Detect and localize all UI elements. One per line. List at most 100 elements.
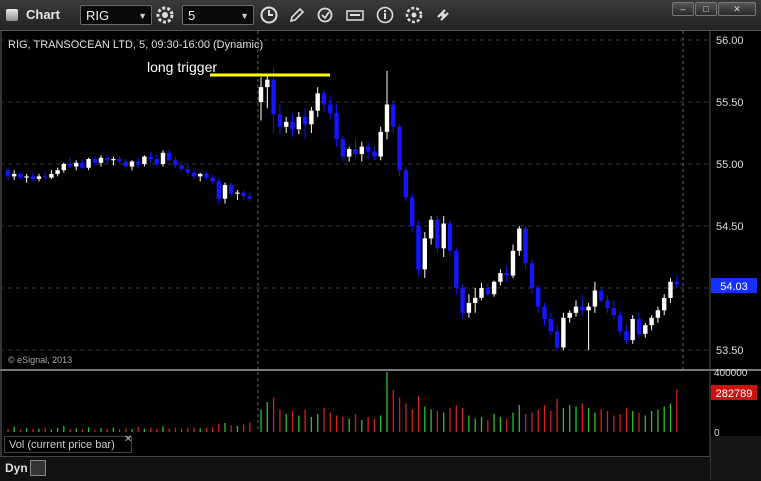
candle-body bbox=[167, 152, 172, 161]
candle-body bbox=[315, 93, 320, 111]
candle-body bbox=[258, 87, 264, 102]
candle-body bbox=[586, 306, 591, 311]
candle-body bbox=[334, 113, 339, 140]
candle-body bbox=[599, 290, 604, 301]
candle-body bbox=[466, 302, 472, 313]
dyn-label[interactable]: Dyn bbox=[5, 461, 28, 475]
candle-body bbox=[611, 307, 616, 316]
candle-body bbox=[117, 159, 122, 162]
candle-body bbox=[67, 164, 73, 167]
candle-body bbox=[580, 306, 585, 311]
candle-body bbox=[529, 263, 535, 288]
candle-body bbox=[24, 176, 29, 178]
candle-body bbox=[655, 310, 661, 318]
candle-body bbox=[12, 173, 17, 177]
candle-body bbox=[123, 161, 128, 167]
candle-body bbox=[204, 173, 209, 178]
candle-body bbox=[391, 104, 396, 127]
candle-body bbox=[447, 223, 453, 251]
candle-body bbox=[328, 104, 333, 114]
y-tick-label: 54.50 bbox=[716, 221, 744, 233]
candle-body bbox=[148, 156, 153, 160]
candle-body bbox=[353, 149, 358, 155]
dyn-toggle-icon[interactable] bbox=[30, 460, 46, 476]
candle-body bbox=[30, 176, 35, 179]
candle-body bbox=[359, 146, 364, 155]
candle-body bbox=[523, 228, 528, 264]
candle-body bbox=[668, 281, 673, 298]
candle-body bbox=[111, 159, 116, 161]
candle-body bbox=[154, 159, 159, 164]
y-tick-label: 55.50 bbox=[716, 97, 744, 109]
candle-body bbox=[410, 197, 415, 226]
candle-body bbox=[542, 306, 547, 319]
candle-body bbox=[384, 104, 390, 132]
candle-body bbox=[5, 170, 11, 177]
candle-body bbox=[422, 238, 427, 270]
chart-area[interactable]: 56.0055.5055.0054.5054.0053.50 4000000 1… bbox=[0, 0, 761, 480]
candle-body bbox=[86, 159, 91, 168]
candle-body bbox=[129, 161, 135, 167]
candle-body bbox=[536, 288, 541, 307]
candle-body bbox=[142, 156, 147, 164]
candle-body bbox=[473, 297, 478, 303]
candle-body bbox=[347, 149, 352, 157]
candle-body bbox=[105, 157, 110, 161]
candle-body bbox=[222, 185, 228, 199]
candlestick-series bbox=[5, 67, 679, 353]
volume-axis: 4000000 bbox=[714, 368, 748, 439]
candle-body bbox=[198, 173, 203, 177]
candle-body bbox=[554, 331, 560, 348]
candle-body bbox=[573, 306, 579, 313]
candle-body bbox=[643, 325, 648, 334]
candle-body bbox=[649, 317, 654, 326]
price-axis: 56.0055.5055.0054.5054.0053.50 bbox=[716, 35, 744, 357]
candle-body bbox=[49, 173, 54, 178]
candle-body bbox=[403, 170, 409, 198]
candle-body bbox=[36, 176, 42, 179]
candle-body bbox=[340, 139, 346, 157]
chart-header: RIG, TRANSOCEAN LTD, 5, 09:30-16:00 (Dyn… bbox=[8, 39, 263, 51]
candle-body bbox=[296, 116, 301, 130]
candle-body bbox=[61, 164, 66, 171]
candle-body bbox=[43, 176, 48, 178]
candle-body bbox=[624, 331, 629, 341]
candle-body bbox=[271, 79, 276, 115]
candle-body bbox=[674, 281, 679, 285]
candle-body bbox=[491, 281, 497, 295]
candle-body bbox=[216, 181, 221, 199]
bottom-toolbar bbox=[0, 456, 761, 481]
last-volume-label: 282789 bbox=[716, 388, 753, 400]
volume-legend[interactable]: Vol (current price bar) bbox=[4, 436, 132, 453]
candle-body bbox=[290, 121, 295, 130]
candle-body bbox=[92, 159, 97, 163]
candle-body bbox=[241, 192, 246, 197]
candle-body bbox=[479, 288, 484, 298]
candle-body bbox=[372, 151, 377, 157]
candle-body bbox=[185, 168, 190, 173]
candle-body bbox=[160, 152, 166, 164]
candle-body bbox=[378, 131, 383, 157]
candle-body bbox=[173, 160, 178, 166]
last-price-label: 54.03 bbox=[720, 281, 748, 293]
scrollbar[interactable] bbox=[710, 436, 761, 480]
y-tick-label: 55.00 bbox=[716, 159, 744, 171]
candle-body bbox=[55, 170, 60, 174]
candle-body bbox=[365, 146, 371, 152]
volume-tick-label: 400000 bbox=[714, 368, 748, 379]
annotation-text[interactable]: long trigger bbox=[147, 59, 217, 75]
candle-body bbox=[302, 116, 308, 125]
y-tick-label: 56.00 bbox=[716, 35, 744, 47]
candle-body bbox=[454, 250, 459, 288]
candle-body bbox=[321, 93, 327, 105]
candle-body bbox=[265, 79, 270, 88]
candle-body bbox=[485, 288, 490, 295]
close-icon[interactable]: ✕ bbox=[124, 434, 132, 445]
candle-body bbox=[98, 157, 104, 163]
candle-body bbox=[592, 290, 598, 307]
candle-body bbox=[662, 297, 667, 311]
candle-body bbox=[435, 219, 440, 249]
candle-body bbox=[416, 226, 421, 270]
candle-body bbox=[636, 319, 642, 334]
candle-body bbox=[567, 312, 572, 318]
